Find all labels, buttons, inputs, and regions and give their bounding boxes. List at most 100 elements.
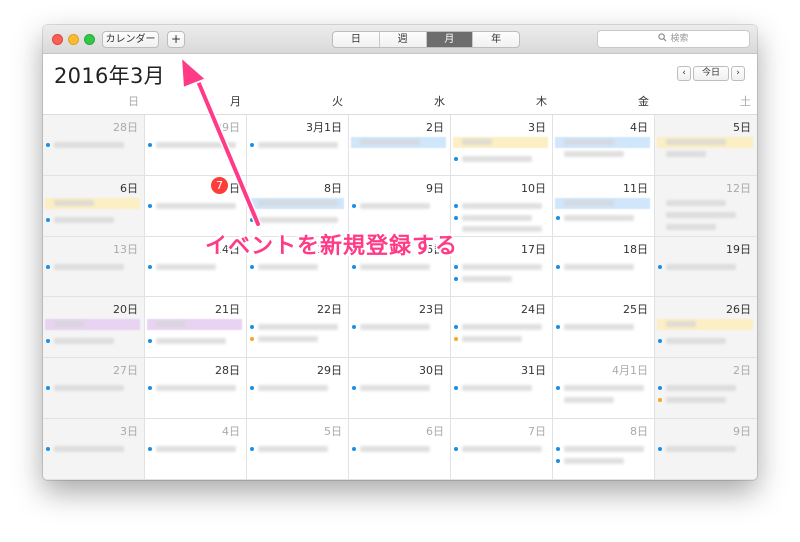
day-cell[interactable]: 19日 (655, 236, 757, 298)
day-cell[interactable]: 28日 (145, 358, 247, 420)
today-badge: 7 (211, 176, 228, 194)
day-number: 23日 (419, 303, 444, 317)
day-number: 19日 (726, 242, 751, 256)
month-title: 2016年3月 (54, 64, 165, 88)
day-cell[interactable]: 24日 (451, 297, 553, 359)
day-cell[interactable]: 11日 (553, 175, 655, 237)
day-number: 9日 (733, 425, 751, 439)
day-cell[interactable]: 6日 (43, 175, 145, 237)
day-number: 31日 (521, 364, 546, 378)
day-cell[interactable]: 2日 (349, 115, 451, 176)
day-number: 8日 (630, 425, 648, 439)
prev-month-button[interactable]: ‹ (677, 66, 691, 81)
day-number: 6日 (120, 181, 138, 195)
day-cell[interactable]: 6日 (349, 419, 451, 480)
day-number: 7日 (528, 425, 546, 439)
day-number: 25日 (623, 303, 648, 317)
day-cell[interactable]: 2日 (655, 358, 757, 420)
search-field[interactable]: 検索 (597, 30, 750, 48)
day-cell[interactable]: 13日 (43, 236, 145, 298)
day-number: 22日 (317, 303, 342, 317)
day-number: 29日 (317, 364, 342, 378)
day-number: 11日 (623, 181, 648, 195)
weekday-thu: 木 (536, 95, 547, 108)
day-cell[interactable]: 29日 (145, 115, 247, 176)
day-cell[interactable]: 31日 (451, 358, 553, 420)
day-number: 20日 (113, 303, 138, 317)
day-number: 30日 (419, 364, 444, 378)
day-cell[interactable]: 21日 (145, 297, 247, 359)
day-cell[interactable]: 25日 (553, 297, 655, 359)
day-cell[interactable]: 26日 (655, 297, 757, 359)
toolbar: カレンダー + 日 週 月 年 検索 (43, 25, 757, 54)
day-cell[interactable]: 18日 (553, 236, 655, 298)
day-number: 17日 (521, 242, 546, 256)
day-number: 4日 (630, 121, 648, 134)
day-cell[interactable]: 3日 (43, 419, 145, 480)
day-cell[interactable]: 30日 (349, 358, 451, 420)
day-number: 21日 (215, 303, 240, 317)
day-number: 3月1日 (306, 121, 342, 134)
day-cell[interactable]: 4日 (145, 419, 247, 480)
day-number: 6日 (426, 425, 444, 439)
day-cell[interactable]: 9日 (655, 419, 757, 480)
day-number: 12日 (726, 181, 751, 195)
weekday-fri: 金 (638, 95, 649, 108)
day-number: 28日 (215, 364, 240, 378)
weekday-wed: 水 (434, 95, 445, 108)
day-cell[interactable]: 23日 (349, 297, 451, 359)
zoom-button[interactable] (84, 34, 95, 45)
tab-day[interactable]: 日 (333, 32, 380, 47)
day-cell[interactable]: 3月1日 (247, 115, 349, 176)
day-number: 2日 (733, 364, 751, 378)
day-cell[interactable]: 5日 (655, 115, 757, 176)
day-number: 3日 (528, 121, 546, 134)
today-button[interactable]: 今日 (693, 66, 729, 81)
day-number: 9日 (426, 181, 444, 195)
add-event-button[interactable]: + (167, 31, 185, 48)
tab-year[interactable]: 年 (473, 32, 519, 47)
day-number: 26日 (726, 303, 751, 317)
day-number: 10日 (521, 181, 546, 195)
day-cell[interactable]: 8日 (553, 419, 655, 480)
day-number: 3日 (120, 425, 138, 439)
close-button[interactable] (52, 34, 63, 45)
day-cell[interactable]: 29日 (247, 358, 349, 420)
day-cell[interactable]: 3日 (451, 115, 553, 176)
day-number: 13日 (113, 242, 138, 256)
day-cell[interactable]: 17日 (451, 236, 553, 298)
tab-month[interactable]: 月 (426, 32, 474, 47)
day-number: 5日 (733, 121, 751, 134)
weekday-sat: 土 (740, 95, 751, 108)
day-cell[interactable]: 28日 (43, 115, 145, 176)
day-number: 5日 (324, 425, 342, 439)
day-number: 28日 (113, 121, 138, 134)
month-grid: 28日 29日 3月1日 2日 3日 4日 5日 6日 7日 8日 9日 10日… (43, 115, 757, 480)
view-switcher: 日 週 月 年 (332, 31, 520, 48)
weekday-sun: 日 (128, 95, 139, 108)
day-cell[interactable]: 27日 (43, 358, 145, 420)
day-number: 27日 (113, 364, 138, 378)
day-cell[interactable]: 5日 (247, 419, 349, 480)
weekday-header: 日 月 火 水 木 金 土 (43, 92, 757, 115)
annotation-label: イベントを新規登録する (205, 234, 459, 259)
weekday-tue: 火 (332, 95, 343, 108)
day-number: 8日 (324, 181, 342, 195)
day-cell[interactable]: 4月1日 (553, 358, 655, 420)
calendars-button[interactable]: カレンダー (102, 31, 159, 48)
day-cell[interactable]: 12日 (655, 175, 757, 237)
day-cell[interactable]: 20日 (43, 297, 145, 359)
day-cell[interactable]: 22日 (247, 297, 349, 359)
day-number: 18日 (623, 242, 648, 256)
day-cell[interactable]: 7日 (451, 419, 553, 480)
magnifier-icon (658, 33, 667, 42)
minimize-button[interactable] (68, 34, 79, 45)
day-number: 24日 (521, 303, 546, 317)
next-month-button[interactable]: › (731, 66, 745, 81)
day-cell[interactable]: 10日 (451, 175, 553, 237)
day-cell[interactable]: 4日 (553, 115, 655, 176)
tab-week[interactable]: 週 (380, 32, 427, 47)
search-placeholder: 検索 (670, 34, 689, 44)
day-number: 29日 (215, 121, 240, 134)
day-suffix: 日 (229, 181, 240, 195)
